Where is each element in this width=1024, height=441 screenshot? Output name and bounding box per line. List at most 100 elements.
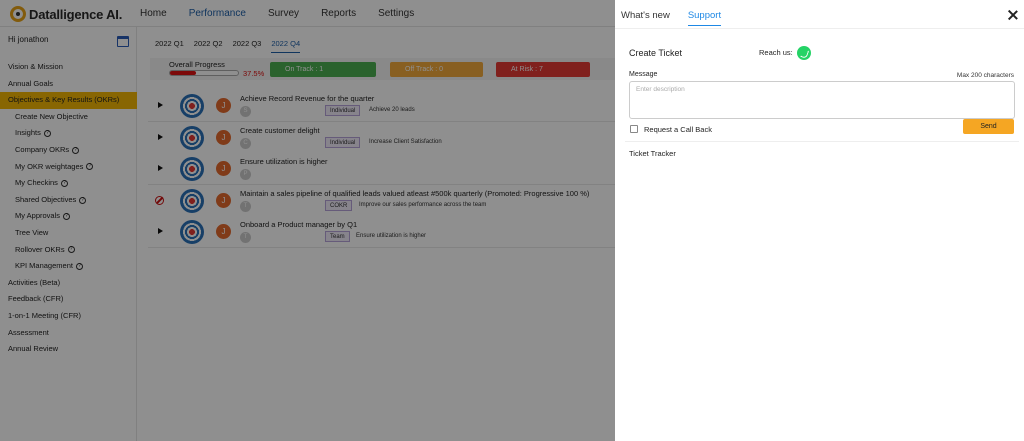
okr-title[interactable]: Achieve Record Revenue for the quarter: [240, 94, 374, 103]
sidebar-item[interactable]: Annual Goals: [0, 76, 137, 93]
expand-caret-icon[interactable]: [158, 165, 163, 171]
max-characters-hint: Max 200 characters: [956, 72, 1014, 79]
nav-reports[interactable]: Reports: [321, 8, 356, 19]
sidebar-item[interactable]: KPI Management?: [0, 258, 137, 275]
message-label: Message: [629, 71, 658, 78]
sidebar-item-label: Create New Objective: [15, 111, 88, 121]
sidebar-item[interactable]: Feedback (CFR): [0, 291, 137, 308]
sidebar-item[interactable]: Activities (Beta): [0, 275, 137, 292]
help-icon[interactable]: ?: [67, 246, 75, 254]
nav-survey[interactable]: Survey: [268, 8, 299, 19]
sidebar-item[interactable]: My Checkins?: [0, 175, 137, 192]
on-track-chip[interactable]: On Track : 1: [270, 62, 376, 77]
key-result-text: Increase Client Satisfaction: [369, 138, 442, 145]
close-icon[interactable]: [1008, 10, 1018, 20]
sidebar-item[interactable]: Vision & Mission: [0, 59, 137, 76]
drawer-header-divider: [615, 28, 1024, 29]
tab-whats-new[interactable]: What's new: [621, 10, 670, 26]
avatar[interactable]: J: [216, 224, 231, 239]
okr-title[interactable]: Ensure utilization is higher: [240, 157, 328, 166]
send-button[interactable]: Send: [963, 119, 1014, 134]
avatar[interactable]: J: [216, 98, 231, 113]
okr-type-tag: Individual: [325, 105, 361, 116]
overall-progress-percent: 37.5%: [243, 69, 265, 78]
key-result-text: Achieve 20 leads: [369, 107, 415, 113]
target-icon: [180, 188, 204, 213]
help-icon[interactable]: ?: [75, 262, 83, 270]
okr-row[interactable]: J Onboard a Product manager by Q1 T Team Ens…: [148, 216, 615, 248]
blocked-icon: [155, 195, 164, 205]
owner-avatar: T: [240, 200, 251, 212]
sidebar: Hi jonathon Vision & Mission Annual Goals…: [0, 27, 137, 441]
sidebar-item[interactable]: Insights?: [0, 125, 137, 142]
sidebar-item[interactable]: Objectives & Key Results (OKRs): [0, 92, 137, 109]
okr-app: Datalligence AI. Home Performance Survey Re…: [0, 0, 615, 441]
drawer-tabs: What's new Support: [621, 10, 739, 26]
call-back-checkbox[interactable]: [630, 125, 638, 133]
sidebar-item-label: Annual Review: [8, 344, 59, 354]
at-risk-chip[interactable]: At Risk : 7: [496, 62, 590, 77]
greeting: Hi jonathon: [8, 35, 49, 44]
okr-row[interactable]: J Achieve Record Revenue for the quarter S…: [148, 90, 615, 122]
tab-quarter[interactable]: 2022 Q2: [194, 39, 223, 53]
sidebar-item-label: KPI Management: [15, 261, 73, 271]
target-icon: [180, 157, 204, 181]
nav-settings[interactable]: Settings: [378, 8, 414, 19]
sidebar-item[interactable]: Annual Review: [0, 341, 137, 358]
expand-caret-icon[interactable]: [158, 102, 163, 108]
help-icon[interactable]: ?: [60, 179, 68, 187]
create-ticket-heading: Create Ticket: [629, 48, 683, 58]
avatar[interactable]: J: [216, 129, 231, 145]
expand-caret-icon[interactable]: [158, 133, 163, 140]
okr-title[interactable]: Onboard a Product manager by Q1: [240, 220, 357, 229]
help-icon[interactable]: ?: [63, 213, 71, 221]
sidebar-item[interactable]: Shared Objectives?: [0, 192, 137, 209]
sidebar-menu: Vision & Mission Annual Goals Objectives &…: [0, 59, 137, 358]
sidebar-item[interactable]: Tree View: [0, 225, 137, 242]
sidebar-item-label: Objectives & Key Results (OKRs): [8, 95, 120, 105]
okr-title[interactable]: Create customer delight: [240, 126, 320, 135]
calendar-icon[interactable]: [117, 36, 129, 47]
sidebar-item[interactable]: My OKR weightages?: [0, 159, 137, 176]
help-icon[interactable]: ?: [43, 130, 51, 138]
target-icon: [180, 94, 204, 118]
target-icon: [180, 125, 204, 150]
drawer-divider: [625, 141, 1019, 142]
okr-row[interactable]: J Create customer delight C Individual Incre…: [148, 121, 615, 154]
whatsapp-icon[interactable]: [797, 46, 811, 60]
nav-home[interactable]: Home: [140, 8, 167, 19]
overall-progress-fill: [170, 71, 196, 75]
logo[interactable]: Datalligence AI.: [10, 6, 122, 22]
sidebar-item-label: Tree View: [15, 227, 49, 237]
tab-quarter[interactable]: 2022 Q3: [233, 39, 262, 53]
off-track-chip[interactable]: Off Track : 0: [390, 62, 483, 77]
sidebar-item[interactable]: My Approvals?: [0, 208, 137, 225]
message-input[interactable]: [629, 81, 1015, 119]
sidebar-item[interactable]: Assessment: [0, 325, 137, 342]
okr-row[interactable]: J Ensure utilization is higher P: [148, 153, 615, 185]
okr-row[interactable]: J Maintain a sales pipeline of qualified …: [148, 184, 615, 217]
sidebar-item-label: Assessment: [8, 327, 49, 337]
help-icon[interactable]: ?: [72, 146, 80, 154]
nav-performance[interactable]: Performance: [189, 8, 246, 19]
okr-title[interactable]: Maintain a sales pipeline of qualified l…: [240, 189, 589, 198]
okr-type-tag: COKR: [325, 199, 353, 211]
tab-support[interactable]: Support: [687, 10, 722, 26]
avatar[interactable]: J: [216, 161, 231, 176]
okr-type-tag: Individual: [325, 136, 361, 148]
tab-quarter[interactable]: 2022 Q4: [271, 39, 301, 53]
help-icon[interactable]: ?: [79, 196, 87, 204]
tab-quarter[interactable]: 2022 Q1: [155, 39, 184, 53]
owner-avatar: S: [240, 106, 251, 117]
progress-summary: Overall Progress 37.5% On Track : 1 Off …: [150, 58, 615, 80]
sidebar-item[interactable]: 1-on-1 Meeting (CFR): [0, 308, 137, 325]
help-icon[interactable]: ?: [86, 163, 94, 171]
sidebar-item[interactable]: Create New Objective: [0, 109, 137, 126]
sidebar-item-label: Annual Goals: [8, 78, 54, 88]
sidebar-item[interactable]: Company OKRs?: [0, 142, 137, 159]
avatar[interactable]: J: [216, 192, 231, 208]
expand-caret-icon[interactable]: [158, 228, 163, 234]
call-back-label: Request a Call Back: [644, 125, 712, 134]
sidebar-item[interactable]: Rollover OKRs?: [0, 242, 137, 259]
okr-type-tag: Team: [325, 231, 350, 242]
